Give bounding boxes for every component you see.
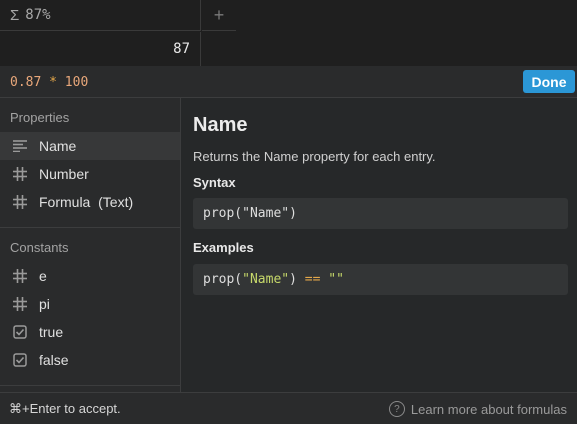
sidebar-item-formula-text[interactable]: Formula (Text)	[0, 188, 180, 216]
column-header[interactable]: Σ 87%	[0, 0, 201, 31]
hash-icon	[12, 166, 28, 182]
detail-title: Name	[193, 114, 248, 136]
table-area: Σ 87% + 87	[0, 0, 577, 66]
sidebar-item-true[interactable]: true	[0, 318, 180, 346]
formula-bar: 0.87 * 100 Done	[0, 66, 577, 98]
code-token: )	[289, 272, 297, 287]
sidebar: Properties Name Number Formula (Text) Co…	[0, 98, 181, 392]
checkbox-icon	[12, 352, 28, 368]
formula-token-number: 100	[64, 75, 89, 90]
accept-hint: ⌘+Enter to accept.	[9, 401, 121, 416]
sidebar-item-label: true	[39, 324, 64, 340]
plus-icon: +	[213, 4, 225, 25]
code-token-operator: ==	[304, 272, 321, 287]
sidebar-item-label: false	[39, 352, 69, 368]
properties-section-title: Properties	[10, 110, 70, 125]
add-column-button[interactable]: +	[202, 0, 236, 31]
sidebar-item-false[interactable]: false	[0, 346, 180, 374]
detail-description: Returns the Name property for each entry…	[193, 149, 436, 164]
footer: ⌘+Enter to accept. ? Learn more about fo…	[0, 392, 577, 424]
code-token: prop(	[203, 272, 243, 287]
formula-input[interactable]: 0.87 * 100	[10, 75, 88, 90]
section-divider	[0, 385, 180, 386]
sigma-icon: Σ	[10, 6, 20, 24]
sidebar-item-number[interactable]: Number	[0, 160, 180, 188]
sidebar-item-e[interactable]: e	[0, 262, 180, 290]
detail-panel: Name Returns the Name property for each …	[181, 98, 577, 392]
sidebar-item-label: e	[39, 268, 47, 284]
constants-section-title: Constants	[10, 240, 69, 255]
sidebar-item-name[interactable]: Name	[0, 132, 180, 160]
table-cell[interactable]: 87	[0, 32, 201, 66]
code-token-string: ""	[328, 272, 344, 287]
hash-icon	[12, 194, 28, 210]
sidebar-item-label: Number	[39, 166, 89, 182]
text-lines-icon	[12, 138, 28, 154]
column-header-label: 87%	[25, 7, 51, 23]
sidebar-item-label: pi	[39, 296, 50, 312]
hash-icon	[12, 268, 28, 284]
done-button[interactable]: Done	[523, 70, 575, 93]
syntax-code: prop("Name")	[193, 198, 568, 229]
example-code[interactable]: prop("Name") == ""	[193, 264, 568, 295]
sidebar-item-label: Formula (Text)	[39, 194, 134, 210]
sidebar-item-pi[interactable]: pi	[0, 290, 180, 318]
question-circle-icon: ?	[388, 401, 405, 417]
formula-token-operator: *	[49, 75, 57, 90]
learn-more-label: Learn more about formulas	[410, 401, 567, 417]
syntax-label: Syntax	[193, 175, 236, 190]
code-token-string: "Name"	[242, 272, 290, 287]
checkbox-icon	[12, 324, 28, 340]
section-divider	[0, 227, 180, 228]
formula-token-number: 0.87	[10, 75, 42, 90]
examples-label: Examples	[193, 240, 254, 255]
sidebar-item-label: Name	[39, 138, 77, 154]
hash-icon	[12, 296, 28, 312]
learn-more-link[interactable]: ? Learn more about formulas	[388, 401, 567, 417]
